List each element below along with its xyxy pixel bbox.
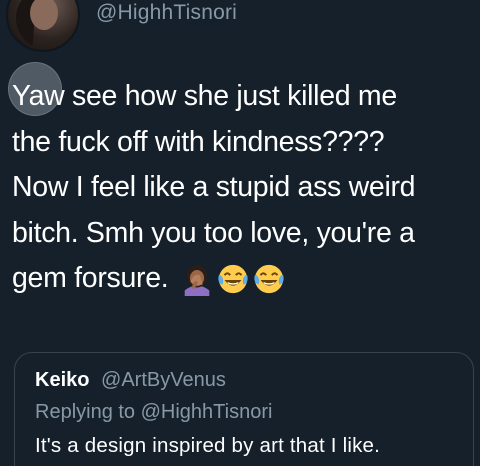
quoted-tweet-author: Keiko @ArtByVenus xyxy=(35,369,226,392)
tweet-line: the fuck off with kindness???? xyxy=(12,125,385,158)
quoted-tweet-card[interactable]: Keiko @ArtByVenus Replying to @HighhTisn… xyxy=(14,352,474,466)
tweet-line: Now I feel like a stupid ass weird xyxy=(12,171,416,203)
quoted-tweet-replying-to: Replying to @HighhTisnori xyxy=(35,401,273,423)
author-handle[interactable]: @HighhTisnori xyxy=(96,1,237,25)
face-with-tears-of-joy-icon xyxy=(254,265,284,294)
face-with-tears-of-joy-icon xyxy=(218,265,248,294)
quoted-tweet-name: Keiko xyxy=(35,369,90,391)
avatar[interactable] xyxy=(6,0,80,52)
tweet-line: Yaw see how she just killed me xyxy=(12,80,397,112)
tweet-line-text: gem forsure. xyxy=(12,262,169,294)
avatar-face xyxy=(30,0,58,30)
tweet-line-last: gem forsure. xyxy=(12,256,474,302)
tweet-text: Yaw see how she just killed me the fuck … xyxy=(12,74,474,302)
quoted-tweet-text: It's a design inspired by art that I lik… xyxy=(35,434,381,457)
woman-facepalming-icon xyxy=(184,265,210,297)
quoted-tweet-handle: @ArtByVenus xyxy=(101,369,226,391)
emoji-row xyxy=(180,262,288,297)
tweet-line: bitch. Smh you too love, you're a xyxy=(12,216,415,249)
